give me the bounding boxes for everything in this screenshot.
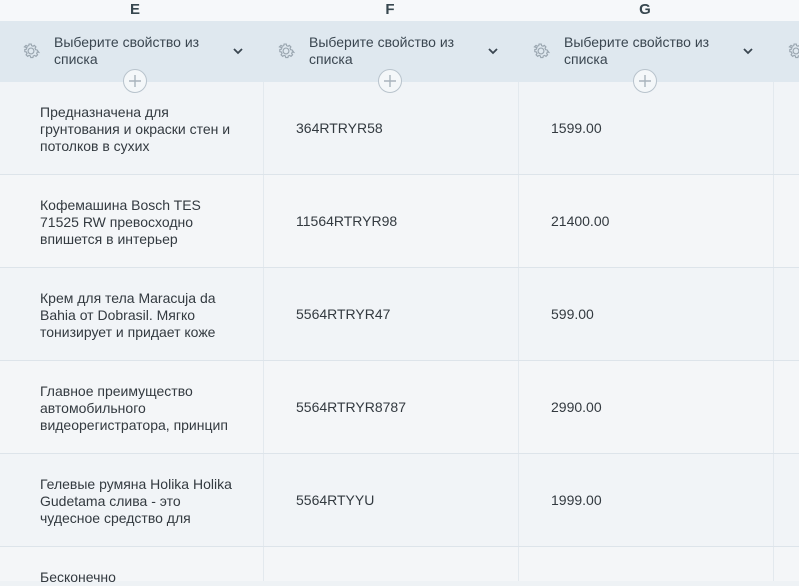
description-cell[interactable]: Гелевые румяна Holika Holika Gudetama сл… [0, 454, 262, 546]
description-text: Гелевые румяна Holika Holika Gudetama сл… [40, 476, 232, 526]
price-value: 599.00 [551, 306, 594, 322]
price-value: 21400.00 [551, 213, 610, 229]
gear-icon[interactable] [531, 41, 551, 61]
empty-cell[interactable] [773, 268, 799, 360]
code-cell[interactable]: 5564RTYYU [263, 454, 518, 546]
code-value: 11564RTRYR98 [296, 213, 398, 229]
description-text: Главное преимущество автомобильного виде… [40, 383, 228, 433]
add-column-button[interactable] [378, 69, 402, 93]
property-selector-h-partial[interactable] [765, 21, 799, 82]
chevron-down-icon[interactable] [487, 46, 499, 56]
chevron-down-icon[interactable] [742, 46, 754, 56]
empty-cell[interactable] [773, 454, 799, 546]
gear-icon[interactable] [786, 41, 799, 61]
add-column-button[interactable] [633, 69, 657, 93]
chevron-down-icon[interactable] [232, 46, 244, 56]
code-value: 5564RTRYR8787 [296, 399, 407, 415]
description-cell[interactable]: Кофемашина Bosch TES 71525 RW превосходн… [0, 175, 262, 267]
description-cell[interactable]: Крем для тела Maracuja da Bahia от Dobra… [0, 268, 262, 360]
description-text: Бесконечно [40, 569, 116, 585]
property-placeholder: Выберите свойство из списка [564, 34, 710, 67]
empty-cell[interactable] [773, 82, 799, 174]
column-letter-f[interactable]: F [360, 0, 420, 21]
property-placeholder: Выберите свойство из списка [54, 34, 200, 67]
price-cell[interactable] [518, 547, 773, 581]
empty-cell[interactable] [773, 361, 799, 453]
column-letter-e[interactable]: E [105, 0, 165, 21]
table-row[interactable]: Бесконечно [0, 547, 799, 585]
property-placeholder: Выберите свойство из списка [309, 34, 455, 67]
gear-icon[interactable] [21, 41, 41, 61]
price-value: 1999.00 [551, 492, 602, 508]
table-row[interactable]: Крем для тела Maracuja da Bahia от Dobra… [0, 268, 799, 361]
column-letter-g[interactable]: G [615, 0, 675, 21]
code-cell[interactable]: 5564RTRYR8787 [263, 361, 518, 453]
description-cell[interactable]: Главное преимущество автомобильного виде… [0, 361, 262, 453]
description-text: Предназначена для грунтования и окраски … [40, 104, 231, 154]
gear-icon[interactable] [276, 41, 296, 61]
price-cell[interactable]: 1599.00 [518, 82, 773, 174]
price-cell[interactable]: 2990.00 [518, 361, 773, 453]
table-row[interactable]: Гелевые румяна Holika Holika Gudetama сл… [0, 454, 799, 547]
column-letter-bar: E F G [0, 0, 799, 21]
price-value: 2990.00 [551, 399, 602, 415]
price-cell[interactable]: 21400.00 [518, 175, 773, 267]
price-cell[interactable]: 599.00 [518, 268, 773, 360]
empty-cell[interactable] [773, 175, 799, 267]
code-value: 5564RTRYR47 [296, 306, 391, 322]
plus-icon [639, 75, 651, 87]
description-text: Крем для тела Maracuja da Bahia от Dobra… [40, 290, 216, 340]
code-value: 5564RTYYU [296, 492, 375, 508]
code-cell[interactable]: 364RTRYR58 [263, 82, 518, 174]
description-text: Кофемашина Bosch TES 71525 RW превосходн… [40, 197, 201, 247]
price-cell[interactable]: 1999.00 [518, 454, 773, 546]
table-row[interactable]: Кофемашина Bosch TES 71525 RW превосходн… [0, 175, 799, 268]
table-row[interactable]: Предназначена для грунтования и окраски … [0, 82, 799, 175]
plus-icon [129, 75, 141, 87]
price-value: 1599.00 [551, 120, 602, 136]
code-cell[interactable]: 5564RTRYR47 [263, 268, 518, 360]
table-row[interactable]: Главное преимущество автомобильного виде… [0, 361, 799, 454]
description-cell[interactable]: Предназначена для грунтования и окраски … [0, 82, 262, 174]
description-cell[interactable]: Бесконечно [0, 547, 262, 585]
empty-cell[interactable] [773, 547, 799, 581]
plus-icon [384, 75, 396, 87]
add-column-button[interactable] [123, 69, 147, 93]
code-value: 364RTRYR58 [296, 120, 383, 136]
code-cell[interactable]: 11564RTRYR98 [263, 175, 518, 267]
code-cell[interactable] [263, 547, 518, 581]
